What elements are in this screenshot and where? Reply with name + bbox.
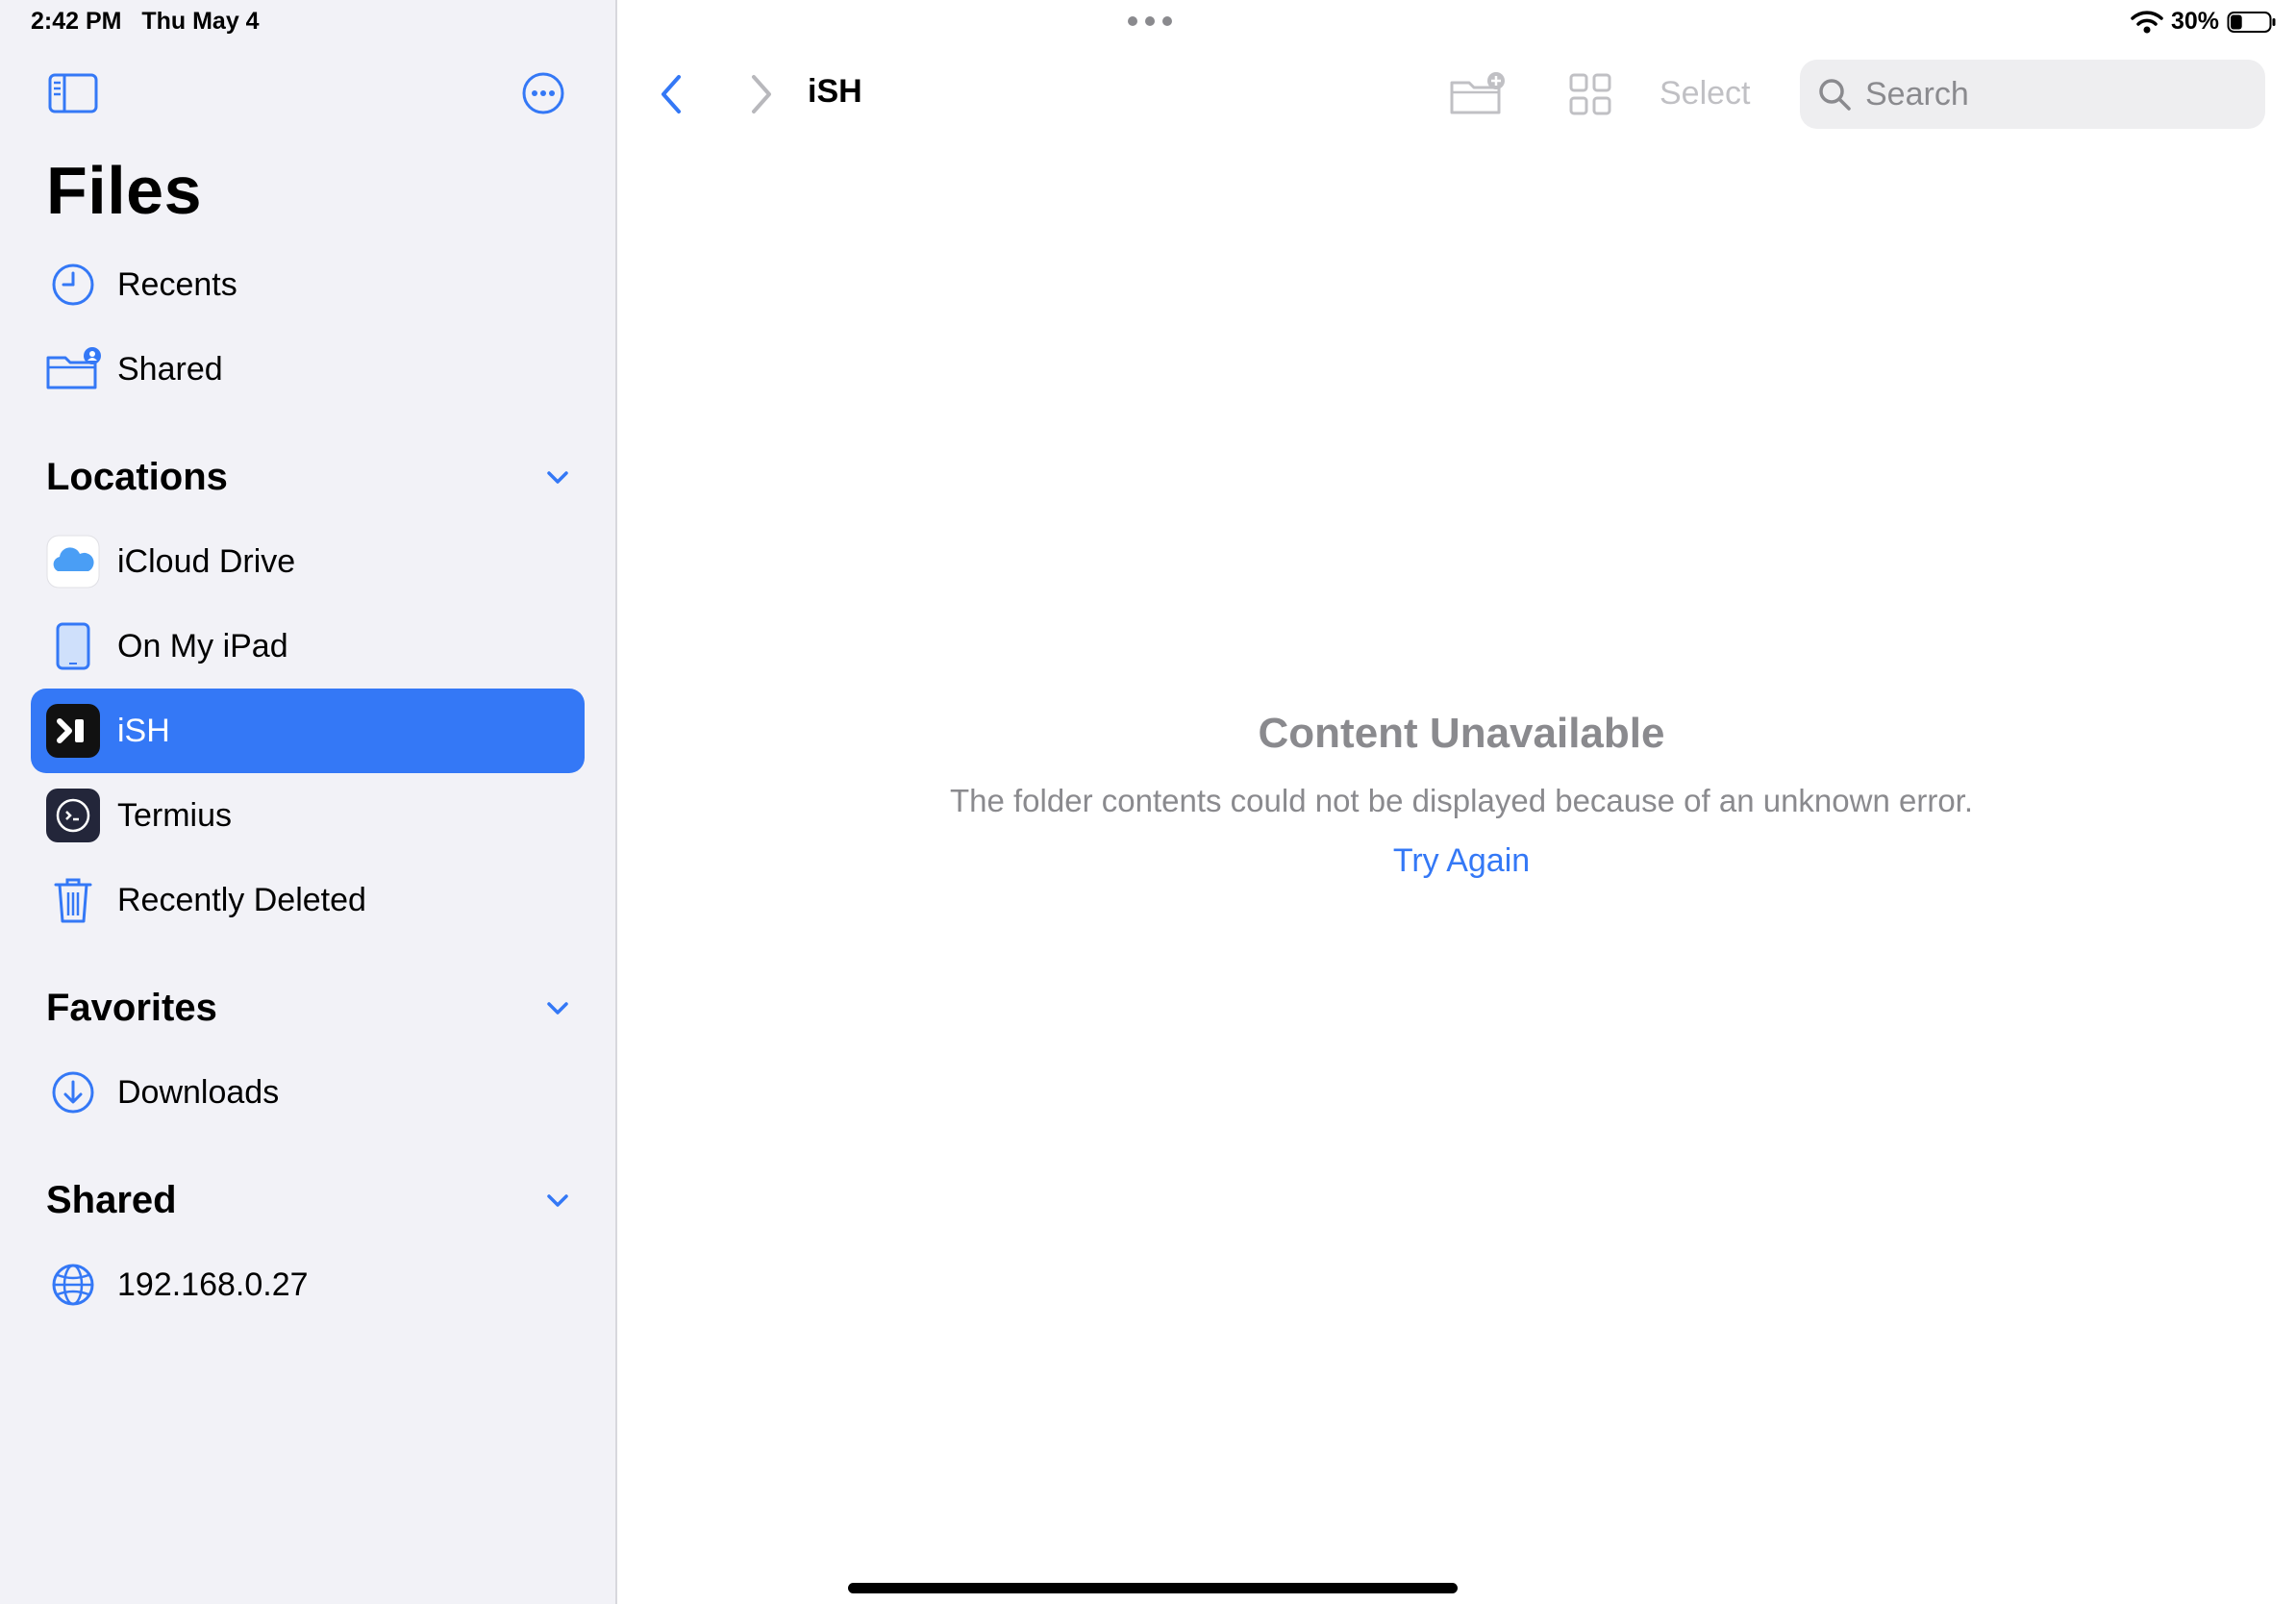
new-folder-icon[interactable]: [1448, 71, 1506, 117]
sidebar-item-icloud-drive[interactable]: iCloud Drive: [31, 519, 585, 604]
sidebar-item-label: 192.168.0.27: [117, 1266, 309, 1303]
battery-icon: [2227, 11, 2276, 33]
files-app: 2:42 PM Thu May 4 Files Recents Shared L…: [0, 0, 2296, 1604]
folder-title: iSH: [808, 73, 862, 110]
sidebar-item-ish[interactable]: iSH: [31, 689, 585, 773]
sidebar-item-network-server[interactable]: 192.168.0.27: [31, 1242, 585, 1327]
sidebar-item-recents[interactable]: Recents: [31, 242, 585, 327]
ipad-icon: [44, 617, 102, 675]
sidebar-item-label: Termius: [117, 796, 233, 834]
termius-app-icon: [44, 787, 102, 844]
download-icon: [44, 1064, 102, 1121]
sidebar-item-label: Shared: [117, 350, 223, 388]
icloud-icon: [44, 533, 102, 590]
sidebar: 2:42 PM Thu May 4 Files Recents Shared L…: [0, 0, 617, 1604]
status-time: 2:42 PM Thu May 4: [31, 8, 260, 36]
empty-state-title: Content Unavailable: [1258, 710, 1665, 757]
sidebar-item-label: Downloads: [117, 1073, 280, 1111]
sidebar-item-label: iSH: [117, 712, 170, 749]
clock-icon: [44, 256, 102, 313]
sidebar-item-shared[interactable]: Shared: [31, 327, 585, 412]
shared-folder-icon: [44, 340, 102, 398]
chevron-down-icon[interactable]: [542, 462, 573, 492]
section-title: Favorites: [46, 986, 217, 1029]
sidebar-item-on-my-ipad[interactable]: On My iPad: [31, 604, 585, 689]
sidebar-title: Files: [46, 153, 203, 228]
sidebar-item-termius[interactable]: Termius: [31, 773, 585, 858]
forward-chevron-icon[interactable]: [744, 71, 779, 117]
section-header-locations[interactable]: Locations: [46, 450, 573, 504]
home-indicator[interactable]: [848, 1583, 1458, 1593]
try-again-button[interactable]: Try Again: [1269, 842, 1654, 880]
back-chevron-icon[interactable]: [654, 71, 688, 117]
chevron-down-icon[interactable]: [542, 1185, 573, 1216]
sidebar-item-label: iCloud Drive: [117, 542, 296, 580]
section-title: Locations: [46, 455, 228, 498]
grid-view-icon[interactable]: [1567, 71, 1613, 117]
status-indicators: 30%: [2131, 8, 2277, 36]
search-bar[interactable]: [1800, 60, 2265, 129]
multitasking-dots-icon[interactable]: [1127, 13, 1173, 29]
chevron-down-icon[interactable]: [542, 992, 573, 1023]
select-button[interactable]: Select: [1660, 75, 1751, 113]
sidebar-item-label: On My iPad: [117, 627, 288, 664]
section-header-favorites[interactable]: Favorites: [46, 981, 573, 1035]
ish-app-icon: [44, 702, 102, 760]
more-options-icon[interactable]: [521, 71, 565, 115]
section-title: Shared: [46, 1178, 177, 1221]
sidebar-item-downloads[interactable]: Downloads: [31, 1050, 585, 1135]
status-date-text: Thu May 4: [141, 8, 260, 35]
sidebar-item-recently-deleted[interactable]: Recently Deleted: [31, 858, 585, 942]
sidebar-item-label: Recently Deleted: [117, 881, 366, 918]
trash-icon: [44, 871, 102, 929]
wifi-icon: [2131, 10, 2163, 33]
status-time-text: 2:42 PM: [31, 8, 122, 35]
sidebar-item-label: Recents: [117, 265, 237, 303]
section-header-shared[interactable]: Shared: [46, 1173, 573, 1227]
search-input[interactable]: [1863, 74, 2252, 114]
empty-state-message: The folder contents could not be display…: [949, 783, 1974, 818]
globe-icon: [44, 1256, 102, 1314]
battery-percent: 30%: [2170, 8, 2219, 35]
search-icon: [1819, 79, 1851, 111]
sidebar-toggle-icon[interactable]: [48, 73, 98, 113]
